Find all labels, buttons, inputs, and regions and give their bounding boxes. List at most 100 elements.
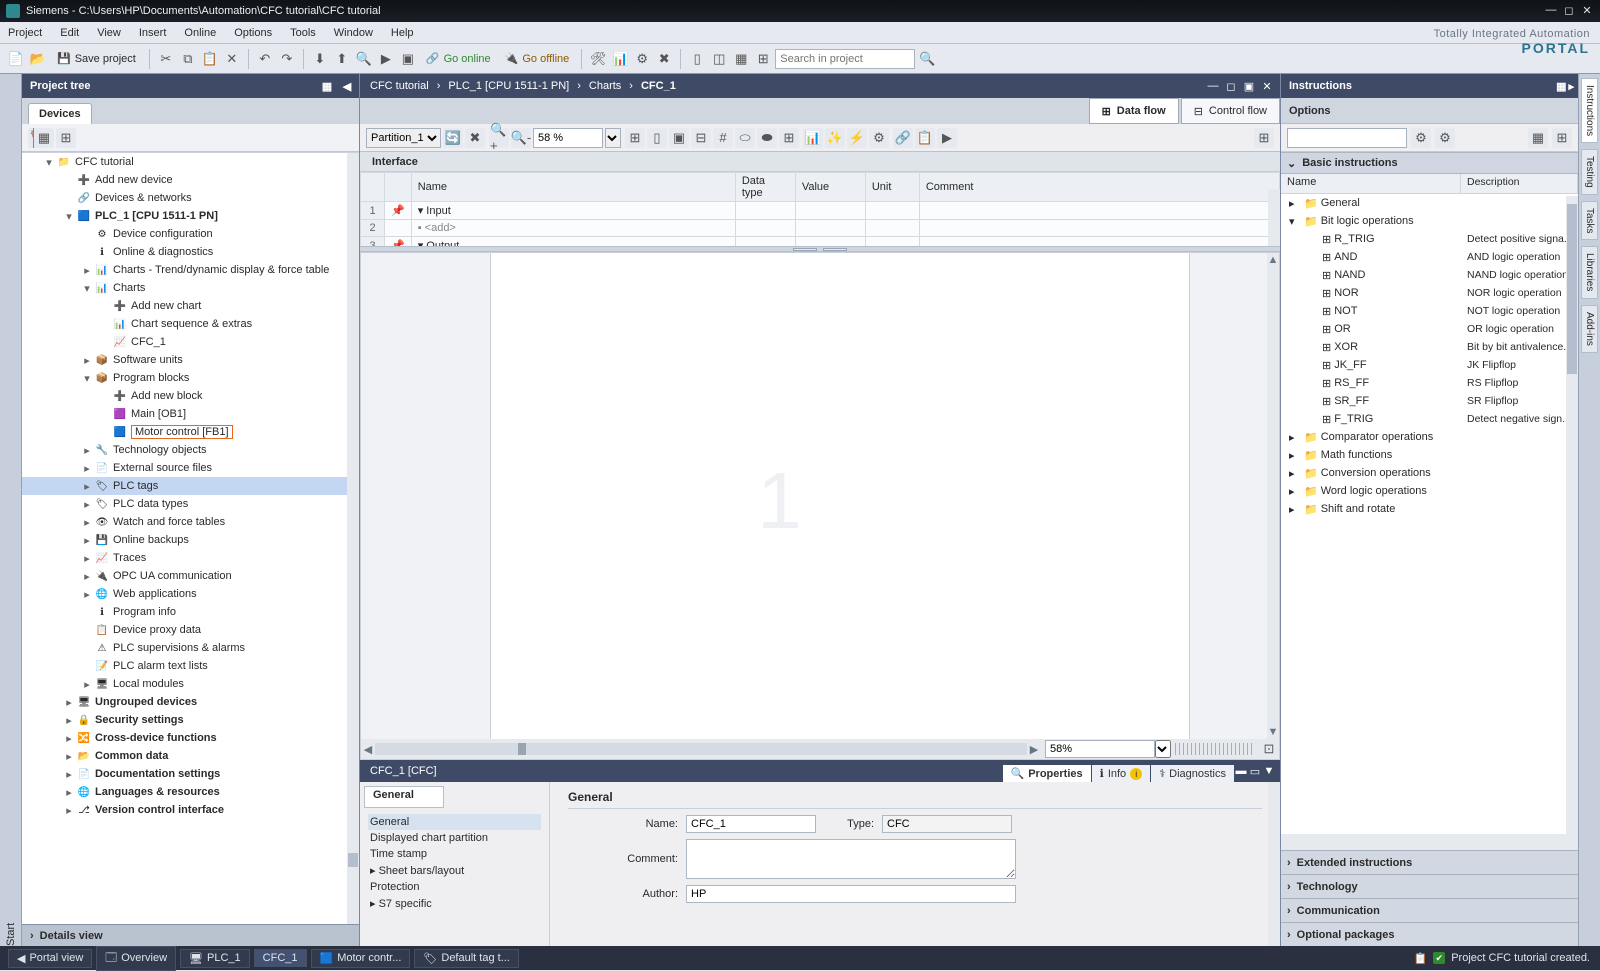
tree-item[interactable]: ▾🟦PLC_1 [CPU 1511-1 PN] <box>22 207 359 225</box>
delete-icon[interactable]: ✖ <box>465 128 485 148</box>
ins-hscroll[interactable] <box>1281 834 1578 850</box>
tree-item[interactable]: ▸🔀Cross-device functions <box>22 729 359 747</box>
instruction-row[interactable]: ▸📁 Word logic operations <box>1281 482 1578 500</box>
fit-icon[interactable]: ⊡ <box>1259 739 1279 759</box>
tree-twisty[interactable]: ▾ <box>80 372 94 385</box>
menu-view[interactable]: View <box>97 27 121 39</box>
tree-item[interactable]: ➕Add new chart <box>22 297 359 315</box>
tree-item[interactable]: ▸👁Watch and force tables <box>22 513 359 531</box>
tool-icon[interactable]: # <box>713 128 733 148</box>
instruction-row[interactable]: ⊞ F_TRIGDetect negative sign... <box>1281 410 1578 428</box>
tree-twisty[interactable]: ▸ <box>80 570 94 583</box>
tool-icon[interactable]: ▯ <box>647 128 667 148</box>
tree-tool-icon[interactable]: ⊞ <box>56 128 76 148</box>
tree-twisty[interactable]: ▾ <box>62 210 76 223</box>
search-input[interactable] <box>775 49 915 69</box>
grid-icon[interactable]: ⊞ <box>625 128 645 148</box>
side-tab-libraries[interactable]: Libraries <box>1581 246 1598 298</box>
layout-icon[interactable]: ▦ <box>1528 128 1548 148</box>
start-sidebar[interactable]: Start <box>0 74 22 946</box>
basic-instructions-header[interactable]: ⌄ Basic instructions <box>1281 152 1578 174</box>
ins-view-icon[interactable]: ▦ <box>1556 80 1566 93</box>
tool-icon[interactable]: ⊟ <box>691 128 711 148</box>
tree-item[interactable]: ▸📦Software units <box>22 351 359 369</box>
tool-icon[interactable]: ⬬ <box>757 128 777 148</box>
tool-icon[interactable]: 📊 <box>610 49 630 69</box>
tree-item[interactable]: ⚙Device configuration <box>22 225 359 243</box>
tree-item[interactable]: 🔗Devices & networks <box>22 189 359 207</box>
control-flow-tab[interactable]: ⊟ Control flow <box>1181 98 1280 124</box>
tree-item[interactable]: ➕Add new device <box>22 171 359 189</box>
tree-twisty[interactable]: ▸ <box>80 678 94 691</box>
zoom-in-icon[interactable]: 🔍+ <box>489 128 509 148</box>
prop-max-icon[interactable]: ▭ <box>1248 764 1262 778</box>
task-cfc1[interactable]: CFC_1 <box>254 949 307 967</box>
canvas-zoom-input[interactable] <box>1045 740 1155 758</box>
tree-twisty[interactable]: ▸ <box>80 534 94 547</box>
zoom-input[interactable] <box>533 128 603 148</box>
layout-icon[interactable]: ⊞ <box>753 49 773 69</box>
instruction-row[interactable]: ⊞ NANDNAND logic operation <box>1281 266 1578 284</box>
tool-delete-icon[interactable]: ✖ <box>654 49 674 69</box>
tree-twisty[interactable]: ▸ <box>62 714 76 727</box>
nav-timestamp[interactable]: Time stamp <box>368 846 541 862</box>
layout-icon[interactable]: ⊞ <box>1552 128 1572 148</box>
instruction-row[interactable]: ⊞ XORBit by bit antivalence... <box>1281 338 1578 356</box>
info-tab[interactable]: ℹInfoi <box>1092 765 1151 782</box>
ins-twisty[interactable]: ▸ <box>1289 431 1301 444</box>
minimize-icon[interactable]: — <box>1542 2 1560 18</box>
editor-pin-icon[interactable]: — <box>1204 78 1222 94</box>
editor-close-icon[interactable]: ✕ <box>1258 78 1276 94</box>
tree-twisty[interactable]: ▸ <box>80 516 94 529</box>
instruction-row[interactable]: ⊞ JK_FFJK Flipflop <box>1281 356 1578 374</box>
col-unit[interactable]: Unit <box>865 173 919 202</box>
tool-icon[interactable]: 📋 <box>915 128 935 148</box>
instruction-row[interactable]: ▸📁 Conversion operations <box>1281 464 1578 482</box>
canvas-vscroll[interactable]: ▲▼ <box>1267 253 1279 739</box>
ins-twisty[interactable]: ▸ <box>1289 503 1301 516</box>
instruction-row[interactable]: ▸📁 General <box>1281 194 1578 212</box>
tree-twisty[interactable]: ▸ <box>62 804 76 817</box>
task-plc1[interactable]: 🖥PLC_1 <box>180 949 250 968</box>
ins-col-desc[interactable]: Description <box>1461 174 1578 193</box>
side-tab-testing[interactable]: Testing <box>1581 149 1598 195</box>
instruction-row[interactable]: ▾📁 Bit logic operations <box>1281 212 1578 230</box>
ins-twisty[interactable]: ▸ <box>1289 449 1301 462</box>
devices-tab[interactable]: Devices <box>28 103 92 124</box>
col-datatype[interactable]: Data type <box>735 173 795 202</box>
bc-item[interactable]: CFC tutorial <box>370 80 429 92</box>
nav-general[interactable]: General <box>368 814 541 830</box>
tree-twisty[interactable]: ▸ <box>80 552 94 565</box>
canvas-zoom-dropdown[interactable] <box>1155 740 1171 758</box>
tree-scrollbar[interactable] <box>347 153 359 924</box>
tree-item[interactable]: ℹOnline & diagnostics <box>22 243 359 261</box>
nav-sheetbars[interactable]: ▸ Sheet bars/layout <box>368 862 541 879</box>
search-go-icon[interactable]: 🔍 <box>917 49 937 69</box>
tree-item[interactable]: ▸🏷PLC data types <box>22 495 359 513</box>
bc-item[interactable]: PLC_1 [CPU 1511-1 PN] <box>448 80 569 92</box>
refresh-icon[interactable]: 🔄 <box>443 128 463 148</box>
tree-item[interactable]: 🟦Motor control [FB1] <box>22 423 359 441</box>
portal-view-button[interactable]: ◀ Portal view <box>8 949 92 968</box>
new-project-icon[interactable]: 📄 <box>6 49 26 69</box>
tree-twisty[interactable]: ▸ <box>80 498 94 511</box>
tool-icon[interactable]: ⬭ <box>735 128 755 148</box>
tree-twisty[interactable]: ▸ <box>80 264 94 277</box>
simulate-icon[interactable]: ▶ <box>376 49 396 69</box>
tree-item[interactable]: 📊Chart sequence & extras <box>22 315 359 333</box>
nav-s7[interactable]: ▸ S7 specific <box>368 895 541 912</box>
notif-icon[interactable]: 📋 <box>1414 952 1428 965</box>
task-motor[interactable]: 🟦Motor contr... <box>311 949 411 968</box>
menu-project[interactable]: Project <box>8 27 42 39</box>
optional-packages-header[interactable]: ›Optional packages <box>1281 922 1578 946</box>
instruction-row[interactable]: ⊞ NORNOR logic operation <box>1281 284 1578 302</box>
tool-icon[interactable]: ⚙ <box>632 49 652 69</box>
col-name[interactable]: Name <box>411 173 735 202</box>
menu-options[interactable]: Options <box>234 27 272 39</box>
filter-icon[interactable]: ⚙ <box>1435 128 1455 148</box>
technology-header[interactable]: ›Technology <box>1281 874 1578 898</box>
ins-twisty[interactable]: ▸ <box>1289 485 1301 498</box>
scroll-thumb[interactable] <box>348 853 358 867</box>
prop-pin-icon[interactable]: ▬ <box>1234 764 1248 778</box>
instructions-filter-input[interactable] <box>1287 128 1407 148</box>
